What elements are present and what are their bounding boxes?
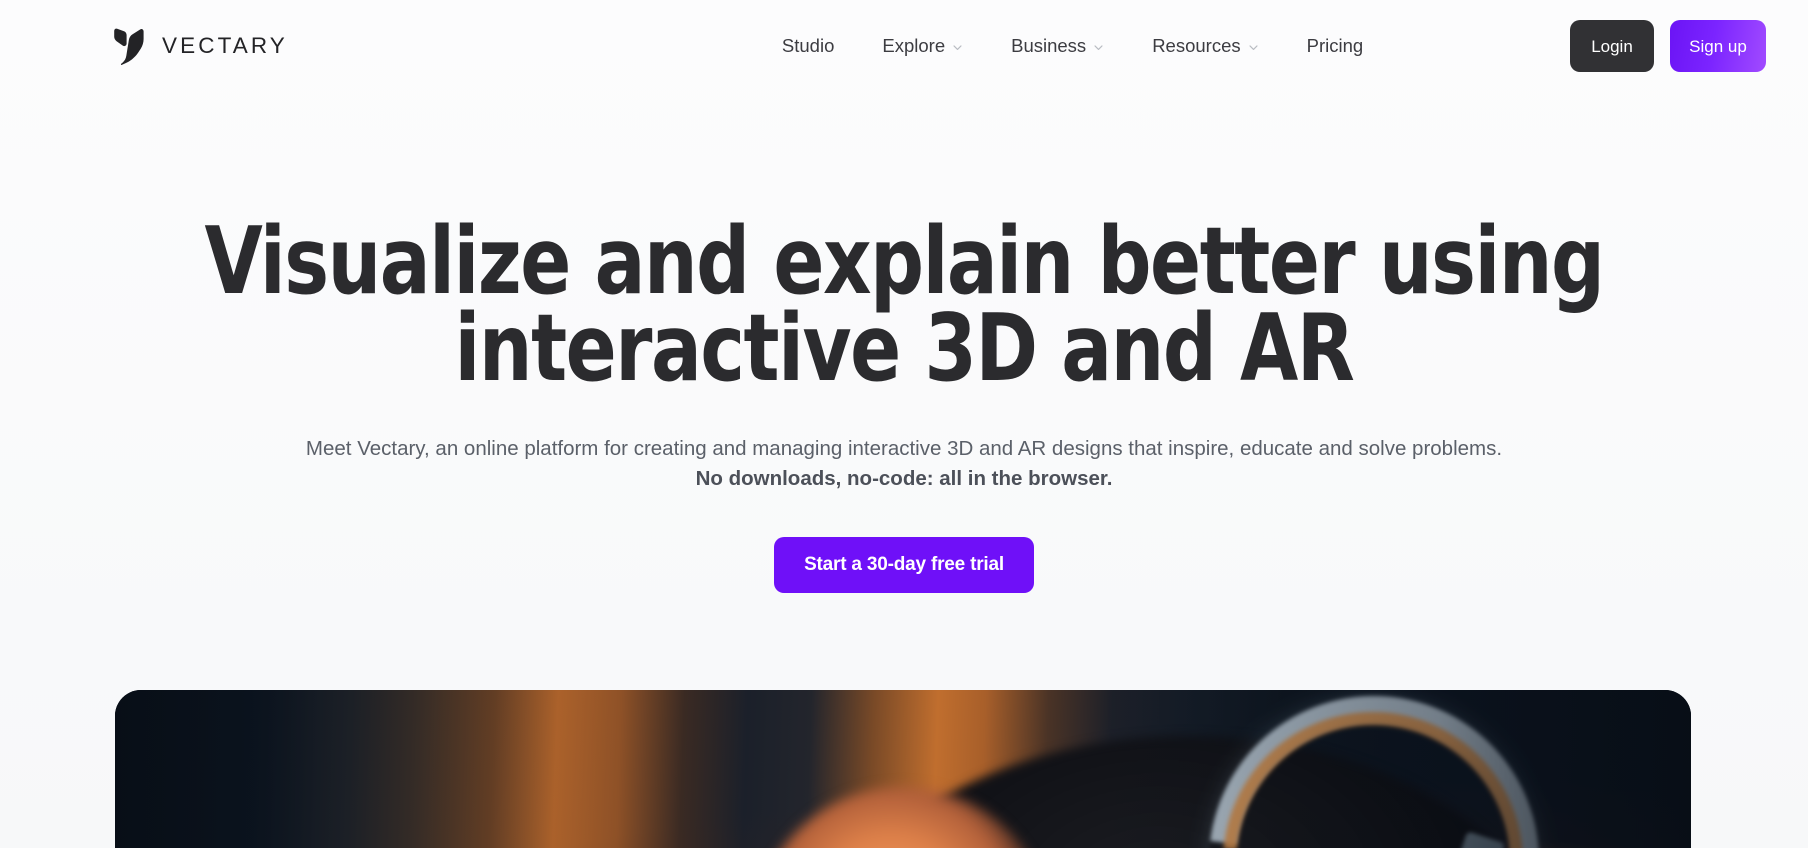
nav-item-studio[interactable]: Studio: [758, 29, 858, 64]
page-title-line-2: interactive 3D and AR: [454, 293, 1355, 402]
hero-subtitle-text: Meet Vectary, an online platform for cre…: [305, 436, 1503, 460]
signup-button[interactable]: Sign up: [1670, 20, 1766, 72]
nav-item-label: Resources: [1152, 34, 1241, 56]
nav-item-label: Pricing: [1306, 34, 1364, 56]
page-title: Visualize and explain better using inter…: [90, 207, 1717, 402]
nav-item-label: Studio: [781, 34, 835, 56]
chevron-down-icon: [1248, 42, 1259, 53]
hero-subtitle: Meet Vectary, an online platform for cre…: [0, 434, 1808, 495]
nav-item-business[interactable]: Business: [987, 29, 1128, 64]
nav-item-label: Business: [1011, 34, 1087, 56]
chevron-down-icon: [1093, 42, 1104, 53]
top-navigation-bar: VECTARY Studio Explore Business Resource…: [0, 0, 1808, 92]
hero-cta-container: Start a 30-day free trial: [0, 536, 1808, 593]
hero-image: [115, 690, 1691, 848]
nav-item-label: Explore: [882, 34, 946, 56]
hero-subtitle-emphasis: No downloads, no-code: all in the browse…: [695, 467, 1113, 491]
nav-item-pricing[interactable]: Pricing: [1283, 29, 1388, 64]
login-button[interactable]: Login: [1570, 20, 1654, 72]
hero-section: Visualize and explain better using inter…: [0, 92, 1808, 593]
primary-nav-links: Studio Explore Business Resources Pricin…: [758, 29, 1387, 64]
nav-item-explore[interactable]: Explore: [858, 29, 987, 64]
page-title-line-1: Visualize and explain better using: [204, 207, 1604, 315]
brand-name-text: VECTARY: [162, 33, 288, 58]
landing-page: VECTARY Studio Explore Business Resource…: [0, 0, 1808, 848]
start-free-trial-button[interactable]: Start a 30-day free trial: [774, 536, 1034, 593]
hero-image-vignette: [115, 690, 1691, 848]
brand-logo-link[interactable]: VECTARY: [112, 27, 288, 65]
vectary-v-logo-icon: [112, 27, 146, 65]
nav-item-resources[interactable]: Resources: [1128, 29, 1282, 64]
nav-action-buttons: Login Sign up: [1570, 20, 1766, 72]
chevron-down-icon: [952, 42, 963, 53]
